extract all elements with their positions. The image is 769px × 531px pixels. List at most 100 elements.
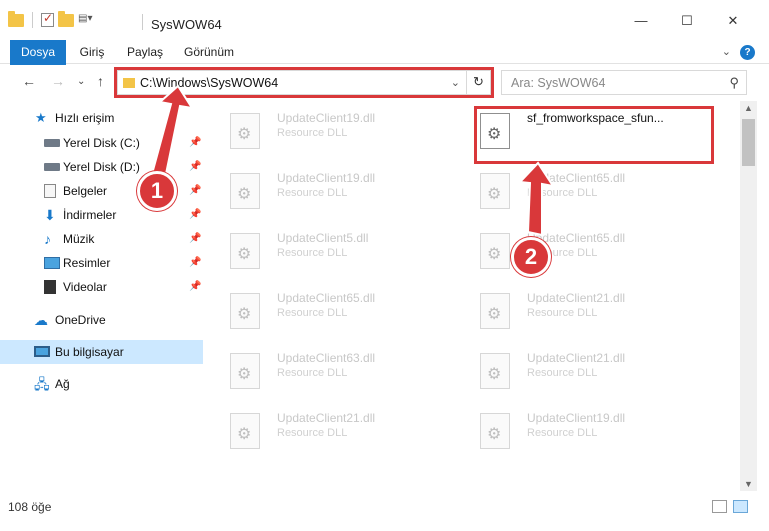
tab-home[interactable]: Giriş xyxy=(74,40,110,64)
file-item[interactable]: UpdateClient19.dll Resource DLL xyxy=(455,401,695,453)
sidebar-item-videos[interactable]: Videolar 📌 xyxy=(0,275,203,299)
pin-icon[interactable]: 📌 xyxy=(189,179,201,203)
recent-locations-icon[interactable]: ⌄ xyxy=(77,76,85,87)
drive-icon xyxy=(44,139,60,147)
music-icon: ♪ xyxy=(44,231,51,247)
file-name: UpdateClient21.dll xyxy=(277,411,376,425)
file-type: Resource DLL xyxy=(527,187,598,199)
file-item[interactable]: UpdateClient21.dll Resource DLL xyxy=(205,401,445,453)
maximize-button[interactable]: ☐ xyxy=(667,13,707,33)
sidebar-item-network[interactable]: 🖧 Ağ xyxy=(0,372,203,396)
sidebar-item-music[interactable]: ♪ Müzik 📌 xyxy=(0,227,203,251)
vertical-scrollbar[interactable]: ▲ ▼ xyxy=(740,101,757,491)
dll-file-icon xyxy=(480,353,510,389)
large-icons-view-icon[interactable] xyxy=(733,500,748,513)
search-input[interactable]: Ara: SysWOW64 ⚲ xyxy=(501,70,747,95)
drive-icon xyxy=(44,163,60,171)
file-name: UpdateClient65.dll xyxy=(527,171,626,185)
network-icon: 🖧 xyxy=(34,376,50,392)
ribbon-tabs: Dosya Giriş Paylaş Görünüm ⌄ ? xyxy=(0,40,769,92)
sidebar-item-label: Belgeler xyxy=(63,184,108,198)
scroll-thumb[interactable] xyxy=(742,119,755,166)
tab-view[interactable]: Görünüm xyxy=(182,40,236,64)
sidebar-item-label: İndirmeler xyxy=(63,208,117,222)
quick-access-toolbar: ▤▾ xyxy=(8,10,100,28)
file-name: UpdateClient5.dll xyxy=(277,231,369,245)
window-title: SysWOW64 xyxy=(151,17,222,32)
sidebar-item-label: Yerel Disk (D:) xyxy=(63,160,140,174)
file-name: UpdateClient65.dll xyxy=(277,291,376,305)
file-type: Resource DLL xyxy=(527,307,598,319)
file-type: Resource DLL xyxy=(277,127,348,139)
cloud-icon: ☁ xyxy=(34,312,48,328)
back-button[interactable]: ← xyxy=(22,73,36,89)
title-bar: ▤▾ SysWOW64 — ☐ ✕ xyxy=(0,0,769,40)
file-item[interactable]: UpdateClient65.dll Resource DLL xyxy=(455,161,695,213)
sidebar-item-label: Resimler xyxy=(63,256,111,270)
file-item[interactable]: UpdateClient65.dll Resource DLL xyxy=(205,281,445,333)
file-type: Resource DLL xyxy=(277,427,348,439)
new-folder-icon[interactable] xyxy=(58,10,74,27)
file-item[interactable]: UpdateClient19.dll Resource DLL xyxy=(205,161,445,213)
sidebar-item-downloads[interactable]: ⬇ İndirmeler 📌 xyxy=(0,203,203,227)
star-icon: ★ xyxy=(35,110,47,125)
file-type: Resource DLL xyxy=(527,367,598,379)
sidebar-item-label: Hızlı erişim xyxy=(55,111,115,125)
dll-file-icon xyxy=(230,413,260,449)
folder-icon[interactable] xyxy=(8,10,24,27)
file-item[interactable]: UpdateClient5.dll Resource DLL xyxy=(205,221,445,273)
close-button[interactable]: ✕ xyxy=(713,13,753,33)
scroll-down-icon[interactable]: ▼ xyxy=(744,479,753,489)
pin-icon[interactable]: 📌 xyxy=(189,131,201,155)
sidebar-item-label: OneDrive xyxy=(55,313,106,327)
file-name: UpdateClient19.dll xyxy=(277,171,376,185)
details-view-icon[interactable] xyxy=(712,500,727,513)
file-name: UpdateClient63.dll xyxy=(277,351,376,365)
file-item[interactable]: UpdateClient63.dll Resource DLL xyxy=(205,341,445,393)
sidebar-item-label: Bu bilgisayar xyxy=(55,345,124,359)
documents-icon xyxy=(44,184,56,198)
step-marker-1: 1 xyxy=(137,171,177,211)
file-item[interactable]: UpdateClient21.dll Resource DLL xyxy=(455,281,695,333)
sidebar-item-this-pc[interactable]: Bu bilgisayar xyxy=(0,340,203,364)
pin-icon[interactable]: 📌 xyxy=(189,155,201,179)
pin-icon[interactable]: 📌 xyxy=(189,227,201,251)
sidebar-item-pictures[interactable]: Resimler 📌 xyxy=(0,251,203,275)
properties-icon[interactable] xyxy=(41,11,54,27)
file-type: Resource DLL xyxy=(277,187,348,199)
item-count: 108 öğe xyxy=(8,500,52,514)
file-item[interactable]: UpdateClient21.dll Resource DLL xyxy=(455,341,695,393)
sidebar-item-onedrive[interactable]: ☁ OneDrive xyxy=(0,308,203,332)
dll-file-icon xyxy=(480,293,510,329)
dll-file-icon xyxy=(480,233,510,269)
download-icon: ⬇ xyxy=(44,207,56,223)
pin-icon[interactable]: 📌 xyxy=(189,203,201,227)
help-icon[interactable]: ? xyxy=(740,45,755,60)
scroll-up-icon[interactable]: ▲ xyxy=(744,103,753,113)
dll-file-icon xyxy=(230,353,260,389)
search-placeholder: Ara: SysWOW64 xyxy=(511,76,606,90)
sidebar-item-quick-access[interactable]: ★ Hızlı erişim xyxy=(0,106,203,130)
file-name: UpdateClient19.dll xyxy=(527,411,626,425)
file-item[interactable]: UpdateClient19.dll Resource DLL xyxy=(205,101,445,153)
file-item[interactable]: UpdateClient65.dll Resource DLL xyxy=(455,221,695,273)
search-icon: ⚲ xyxy=(729,75,739,90)
pin-icon[interactable]: 📌 xyxy=(189,275,201,299)
divider xyxy=(142,14,143,30)
up-button[interactable]: ↑ xyxy=(97,73,104,89)
dll-file-icon xyxy=(480,173,510,209)
dll-file-icon xyxy=(230,113,260,149)
tab-share[interactable]: Paylaş xyxy=(124,40,166,64)
pin-icon[interactable]: 📌 xyxy=(189,251,201,275)
file-name: UpdateClient19.dll xyxy=(277,111,376,125)
minimize-button[interactable]: — xyxy=(621,13,661,33)
forward-button[interactable]: → xyxy=(51,73,65,89)
sidebar-item-drive-c[interactable]: Yerel Disk (C:) 📌 xyxy=(0,131,203,155)
dll-file-icon xyxy=(230,293,260,329)
computer-icon xyxy=(34,346,50,357)
ribbon-collapse-icon[interactable]: ⌄ xyxy=(722,45,731,58)
step-marker-2: 2 xyxy=(511,237,551,277)
sidebar-item-drive-d[interactable]: Yerel Disk (D:) 📌 xyxy=(0,155,203,179)
customize-toolbar-icon[interactable]: ▤▾ xyxy=(78,13,100,27)
sidebar-item-label: Yerel Disk (C:) xyxy=(63,136,140,150)
